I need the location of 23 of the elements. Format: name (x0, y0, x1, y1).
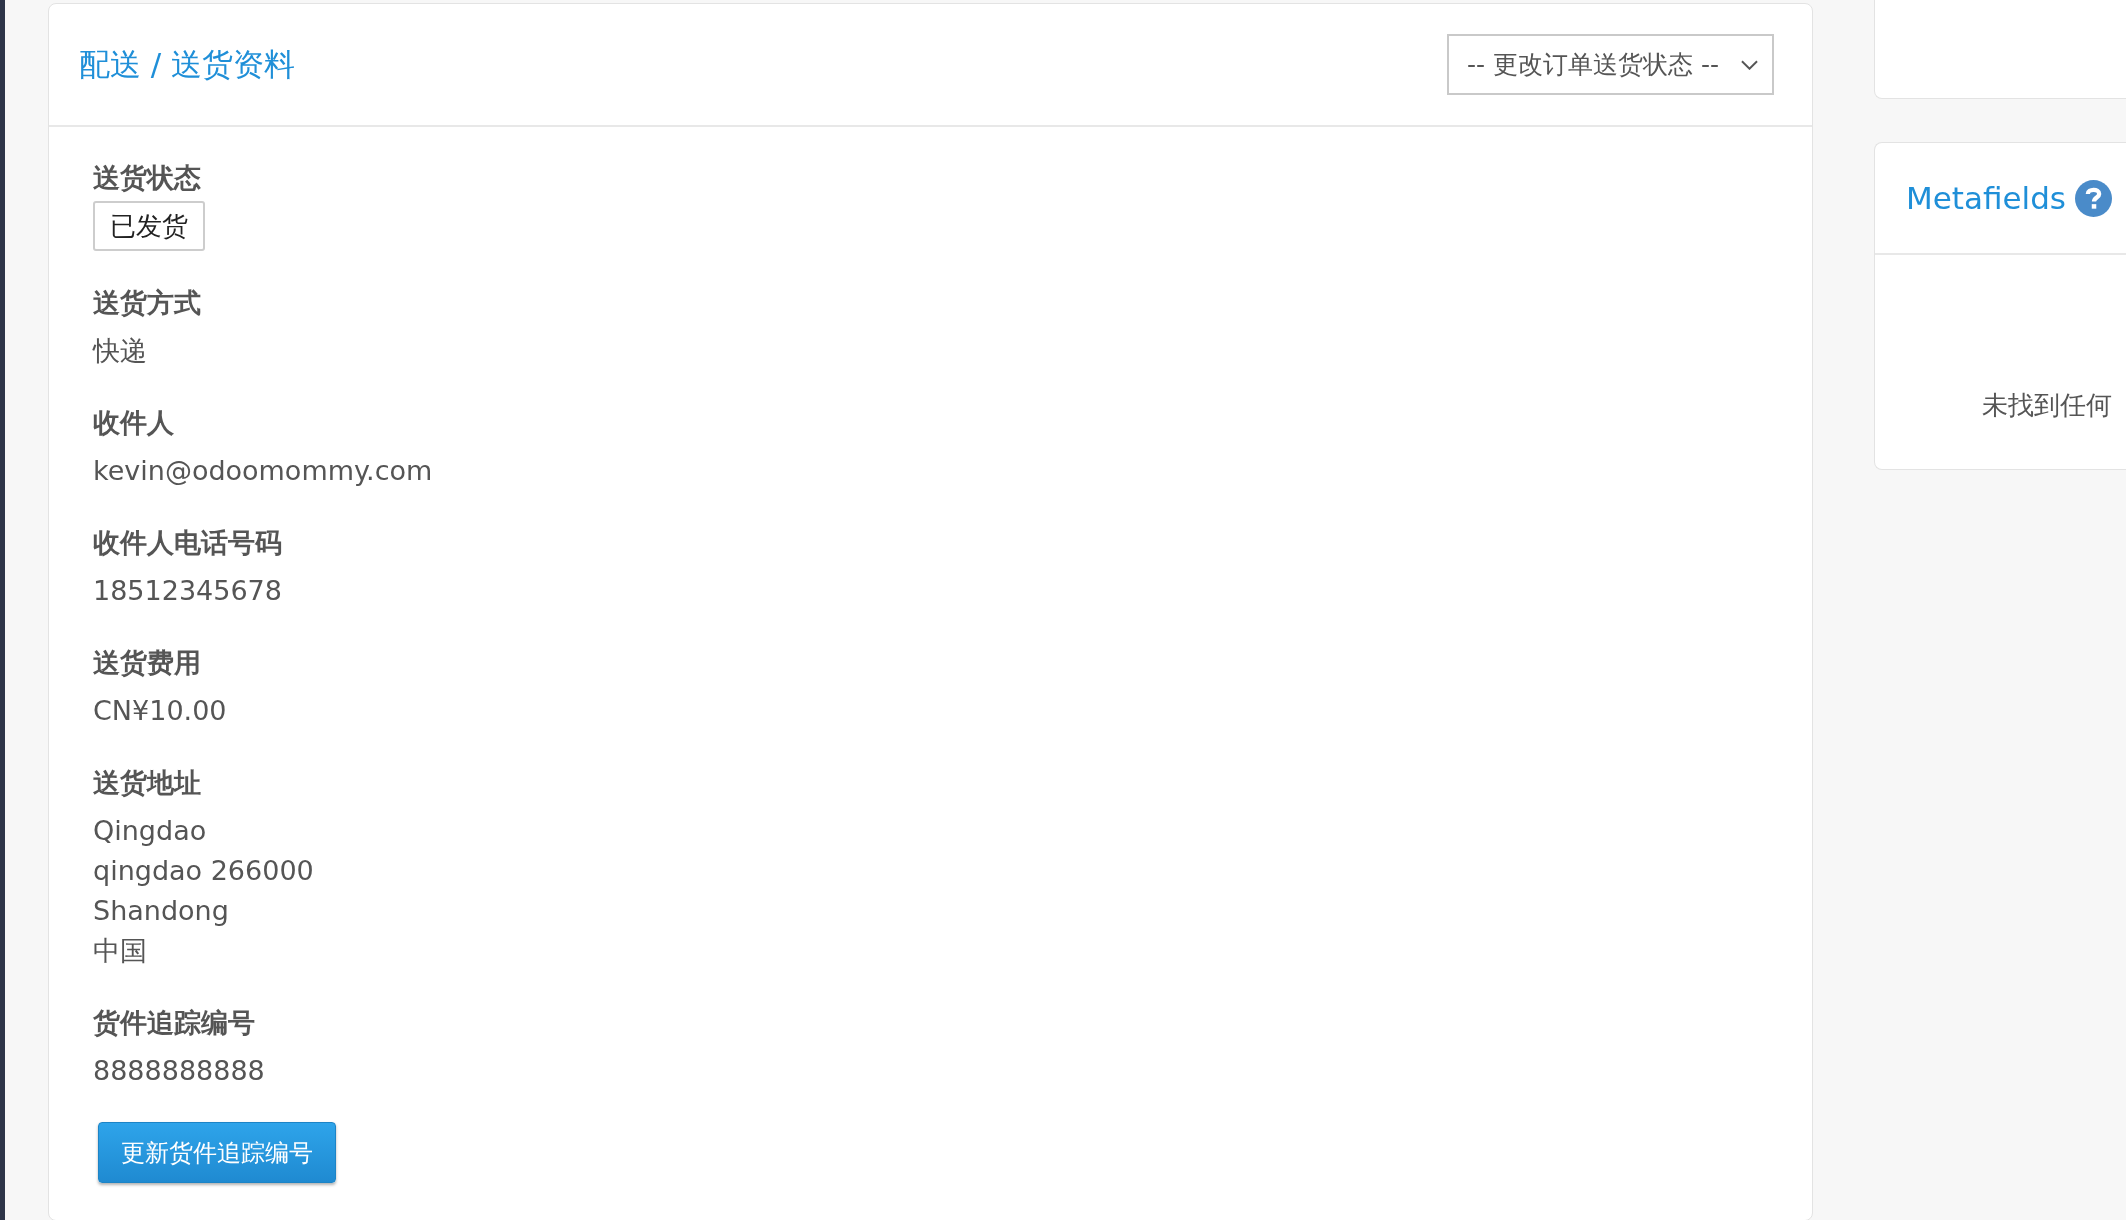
address-line: Qingdao (93, 814, 208, 848)
field-label: 送货费用 (93, 646, 201, 680)
help-icon[interactable] (2075, 179, 2112, 217)
field-label: 收件人电话号码 (93, 526, 282, 560)
field-value: 8888888888 (93, 1054, 265, 1088)
field-label: 送货方式 (93, 286, 201, 320)
field-label: 送货地址 (93, 766, 201, 800)
field-label: 货件追踪编号 (93, 1006, 255, 1040)
status-badge: 已发货 (93, 201, 205, 251)
address-line: Shandong (93, 894, 230, 928)
field-label: 收件人 (93, 406, 174, 440)
chevron-down-icon (1741, 59, 1758, 70)
field-label: 送货状态 (93, 161, 201, 195)
address-line: qingdao 266000 (93, 854, 314, 888)
section-title: 配送 / 送货资料 (79, 44, 296, 84)
status-dropdown[interactable]: -- 更改订单送货状态 -- (1447, 34, 1774, 95)
field-value: CN¥10.00 (93, 694, 227, 728)
field-value: 18512345678 (93, 574, 282, 608)
field-value: kevin@odoomommy.com (93, 454, 433, 488)
address-line: 中国 (93, 934, 148, 968)
field-value: 快递 (93, 334, 147, 368)
section-title: Metafields (1906, 180, 2066, 216)
empty-message: 未找到任何 (1982, 390, 2112, 420)
